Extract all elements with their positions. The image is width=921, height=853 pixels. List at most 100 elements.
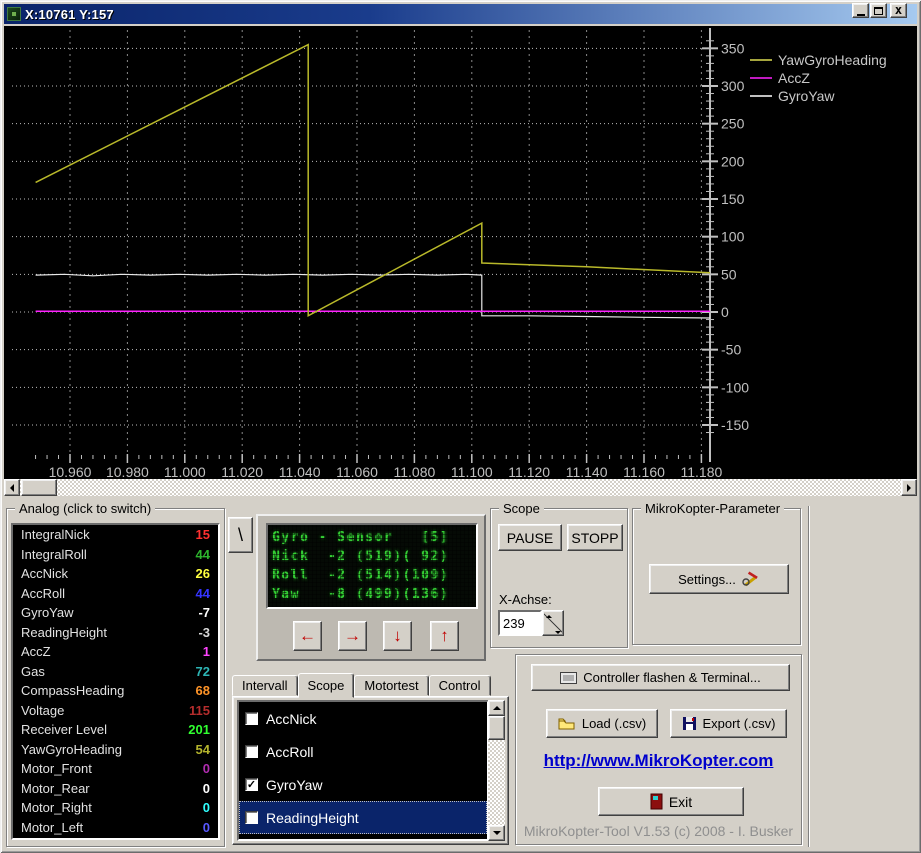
- analog-row[interactable]: AccZ1: [13, 642, 218, 662]
- analog-row[interactable]: Motor_Rear0: [13, 779, 218, 799]
- analog-value-list[interactable]: IntegralNick15IntegralRoll44AccNick26Acc…: [11, 523, 220, 840]
- analog-row[interactable]: AccNick 26: [13, 564, 218, 584]
- mikrokopter-link[interactable]: http://www.MikroKopter.com: [516, 751, 801, 771]
- lcd-text-line: Nick -2 (519)( 92): [272, 547, 472, 566]
- tab-panel-scope: AccNick AccRoll ✓ GyroYaw ReadingHeight ✓AccZ: [232, 696, 509, 845]
- analog-row[interactable]: ReadingHeight-3: [13, 623, 218, 643]
- svg-text:250: 250: [721, 116, 745, 132]
- analog-row[interactable]: Gas72: [13, 662, 218, 682]
- svg-text:-100: -100: [721, 379, 749, 395]
- svg-text:10.980: 10.980: [106, 464, 149, 479]
- scroll-up-button[interactable]: [488, 700, 505, 716]
- analog-row[interactable]: CompassHeading68: [13, 681, 218, 701]
- chart-horizontal-scrollbar[interactable]: [4, 479, 917, 496]
- actions-groupbox: Controller flashen & Terminal... Load (.…: [515, 654, 802, 845]
- spinner-up-icon: [546, 612, 552, 618]
- lcd-nav-left-button[interactable]: ←: [293, 621, 322, 651]
- arrow-down-icon: [493, 831, 501, 839]
- lcd-nav-down-button[interactable]: ↓: [383, 621, 412, 651]
- channel-row-readingheight[interactable]: ReadingHeight: [239, 801, 487, 834]
- maximize-button[interactable]: [870, 3, 887, 18]
- channel-row-accz[interactable]: ✓AccZ: [239, 834, 487, 841]
- scrollbar-thumb[interactable]: [488, 716, 505, 740]
- tab-scope[interactable]: Scope: [298, 673, 355, 698]
- channel-checkbox-list[interactable]: AccNick AccRoll ✓ GyroYaw ReadingHeight ✓AccZ: [237, 700, 489, 841]
- analog-row[interactable]: IntegralRoll 44: [13, 545, 218, 565]
- terminal-icon: [560, 672, 577, 684]
- analog-label: IntegralNick: [21, 525, 90, 545]
- parameter-group-title: MikroKopter-Parameter: [641, 501, 784, 516]
- analog-label: AccNick: [21, 564, 68, 584]
- close-button[interactable]: x: [890, 3, 907, 18]
- x-achse-label: X-Achse:: [499, 592, 552, 607]
- x-achse-spinner[interactable]: [542, 610, 564, 636]
- analog-row[interactable]: Receiver Level201: [13, 720, 218, 740]
- svg-text:11.000: 11.000: [164, 464, 206, 479]
- analog-row[interactable]: IntegralNick15: [13, 525, 218, 545]
- channel-checkbox[interactable]: [245, 811, 258, 824]
- lcd-nav-right-button[interactable]: →: [338, 621, 367, 651]
- scope-groupbox: Scope PAUSE STOPP X-Achse:: [490, 508, 628, 648]
- analog-label: IntegralRoll: [21, 545, 87, 565]
- analog-label: GyroYaw: [21, 603, 74, 623]
- analog-row[interactable]: AccRoll 44: [13, 584, 218, 604]
- settings-button[interactable]: Settings...: [649, 564, 789, 594]
- scrollbar-thumb[interactable]: [21, 479, 57, 496]
- svg-text:YawGyroHeading: YawGyroHeading: [778, 52, 887, 68]
- tab-intervall[interactable]: Intervall: [232, 675, 298, 696]
- svg-text:50: 50: [721, 266, 737, 282]
- exit-button[interactable]: Exit: [598, 787, 744, 816]
- controller-flash-button[interactable]: Controller flashen & Terminal...: [531, 664, 790, 691]
- analog-row[interactable]: GyroYaw-7: [13, 603, 218, 623]
- analog-label: ReadingHeight: [21, 623, 107, 643]
- channel-checkbox[interactable]: [245, 745, 258, 758]
- activity-indicator-button[interactable]: \: [228, 517, 253, 553]
- channel-row-accnick[interactable]: AccNick: [239, 702, 487, 735]
- load-csv-button[interactable]: Load (.csv): [546, 709, 658, 738]
- channel-row-gyroyaw[interactable]: ✓ GyroYaw: [239, 768, 487, 801]
- analog-row[interactable]: Motor_Left0: [13, 818, 218, 838]
- channel-checkbox[interactable]: ✓: [245, 778, 258, 791]
- analog-label: Motor_Left: [21, 818, 83, 838]
- channel-label: AccRoll: [266, 744, 313, 760]
- pause-button[interactable]: PAUSE: [498, 524, 562, 551]
- lcd-text-line: Roll -2 (514)(109): [272, 566, 472, 585]
- scroll-down-button[interactable]: [488, 825, 505, 841]
- analog-row[interactable]: Motor_Front0: [13, 759, 218, 779]
- channel-label: ReadingHeight: [266, 810, 359, 826]
- analog-row[interactable]: Motor_Right 0: [13, 798, 218, 818]
- x-achse-input[interactable]: [498, 610, 542, 636]
- analog-value: 44: [196, 584, 210, 604]
- channel-list-scrollbar[interactable]: [488, 700, 505, 841]
- analog-row[interactable]: Voltage115: [13, 701, 218, 721]
- svg-text:11.180: 11.180: [681, 464, 723, 479]
- analog-value: 26: [196, 564, 210, 584]
- analog-value: 115: [189, 701, 210, 721]
- vertical-divider: [808, 506, 810, 847]
- stopp-button[interactable]: STOPP: [567, 524, 623, 551]
- tab-motortest[interactable]: Motortest: [354, 675, 428, 696]
- window-title: X:10761 Y:157: [25, 7, 114, 22]
- analog-group-title: Analog (click to switch): [15, 501, 155, 516]
- analog-label: AccRoll: [21, 584, 65, 604]
- channel-checkbox[interactable]: [245, 712, 258, 725]
- scroll-right-button[interactable]: [901, 479, 917, 496]
- lcd-text-line: Yaw -8 (499)(136): [272, 585, 472, 604]
- channel-row-accroll[interactable]: AccRoll: [239, 735, 487, 768]
- lcd-nav-up-button[interactable]: ↑: [430, 621, 459, 651]
- export-csv-button[interactable]: Export (.csv): [670, 709, 787, 738]
- svg-text:AccZ: AccZ: [778, 70, 810, 86]
- app-window: X:10761 Y:157 x 350300250200150100500-50…: [0, 0, 921, 853]
- minimize-button[interactable]: [852, 3, 869, 18]
- spinner-down-icon: [555, 631, 561, 637]
- analog-value: 44: [196, 545, 210, 565]
- analog-value: 0: [203, 798, 210, 818]
- analog-value: 68: [196, 681, 210, 701]
- analog-label: Motor_Right: [21, 798, 92, 818]
- scroll-left-button[interactable]: [4, 479, 20, 496]
- tab-control[interactable]: Control: [429, 675, 491, 696]
- svg-text:-150: -150: [721, 417, 749, 433]
- channel-label: GyroYaw: [266, 777, 323, 793]
- analog-row[interactable]: YawGyroHeading54: [13, 740, 218, 760]
- lcd-screen: Gyro - Sensor [5]Nick -2 (519)( 92)Roll …: [266, 523, 478, 609]
